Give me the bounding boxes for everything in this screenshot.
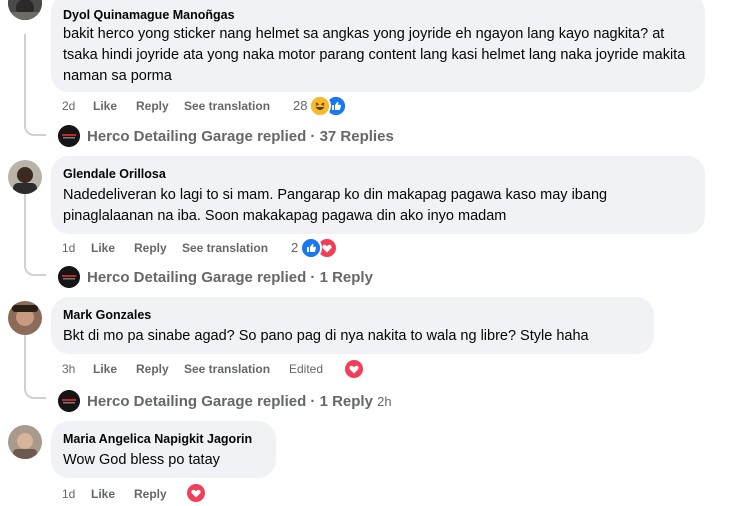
reply-button[interactable]: Reply — [134, 486, 167, 502]
thread-line — [24, 335, 26, 383]
comment-author[interactable]: Dyol Quinamague Manoñgas — [63, 7, 693, 23]
comment-author[interactable]: Maria Angelica Napigkit Jagorin — [63, 431, 264, 447]
edited-label: Edited — [289, 362, 324, 376]
reaction-count[interactable]: 2 — [291, 240, 298, 256]
haha-icon[interactable] — [309, 95, 331, 117]
reply-author: Herco Detailing Garage — [87, 269, 253, 286]
see-translation-button[interactable]: See translation — [184, 361, 270, 377]
avatar[interactable] — [8, 301, 42, 335]
reply-summary: replied · 1 Reply — [257, 393, 373, 410]
thread-elbow — [24, 379, 46, 399]
thread-elbow — [24, 258, 46, 276]
page-avatar[interactable] — [58, 266, 80, 288]
see-translation-button[interactable]: See translation — [182, 240, 268, 256]
comment-time[interactable]: 2d — [62, 98, 75, 114]
see-translation-button[interactable]: See translation — [184, 98, 270, 114]
comment-actions: 1d Like Reply — [62, 486, 182, 502]
view-replies-link[interactable]: Herco Detailing Garage replied · 1 Reply… — [87, 392, 392, 412]
thread-line — [24, 194, 26, 262]
comment-text: Bkt di mo pa sinabe agad? So pano pag di… — [63, 328, 589, 344]
love-icon[interactable] — [185, 482, 207, 504]
reply-summary: replied · 1 Reply — [257, 269, 373, 286]
comment-text: Nadedeliveran ko lagi to si mam. Pangara… — [63, 187, 608, 224]
thread-elbow — [24, 118, 46, 136]
reply-summary: replied · 37 Replies — [257, 128, 394, 145]
like-button[interactable]: Like — [93, 98, 117, 114]
avatar[interactable] — [8, 160, 42, 194]
reply-time: 2h — [377, 394, 392, 409]
avatar[interactable] — [8, 0, 42, 20]
comment-time[interactable]: 1d — [62, 486, 75, 502]
reply-author: Herco Detailing Garage — [87, 128, 253, 145]
comment-text: bakit herco yong sticker nang helmet sa … — [63, 26, 686, 84]
comment-author[interactable]: Glendale Orillosa — [63, 166, 693, 182]
like-button[interactable]: Like — [91, 240, 115, 256]
comment-time[interactable]: 1d — [62, 240, 75, 256]
like-icon[interactable] — [300, 237, 322, 259]
reply-button[interactable]: Reply — [136, 361, 169, 377]
comment-author[interactable]: Mark Gonzales — [63, 307, 642, 323]
comment-bubble: Maria Angelica Napigkit Jagorin Wow God … — [51, 421, 276, 478]
comment-bubble: Glendale Orillosa Nadedeliveran ko lagi … — [51, 156, 705, 234]
reply-button[interactable]: Reply — [136, 98, 169, 114]
comment-bubble: Dyol Quinamague Manoñgas bakit herco yon… — [51, 0, 705, 92]
page-avatar[interactable] — [58, 390, 80, 412]
comment-actions: 3h Like Reply See translation Edited — [62, 361, 342, 377]
view-replies-link[interactable]: Herco Detailing Garage replied · 37 Repl… — [87, 127, 394, 147]
comment-bubble: Mark Gonzales Bkt di mo pa sinabe agad? … — [51, 297, 654, 354]
reply-author: Herco Detailing Garage — [87, 393, 253, 410]
love-icon[interactable] — [343, 358, 365, 380]
page-avatar[interactable] — [58, 125, 80, 147]
thread-line — [24, 34, 26, 122]
reply-button[interactable]: Reply — [134, 240, 167, 256]
like-button[interactable]: Like — [91, 486, 115, 502]
like-button[interactable]: Like — [93, 361, 117, 377]
comment-time[interactable]: 3h — [62, 361, 75, 377]
comment-text: Wow God bless po tatay — [63, 452, 220, 468]
view-replies-link[interactable]: Herco Detailing Garage replied · 1 Reply — [87, 268, 373, 288]
avatar[interactable] — [8, 425, 42, 459]
reaction-count[interactable]: 28 — [293, 98, 307, 114]
